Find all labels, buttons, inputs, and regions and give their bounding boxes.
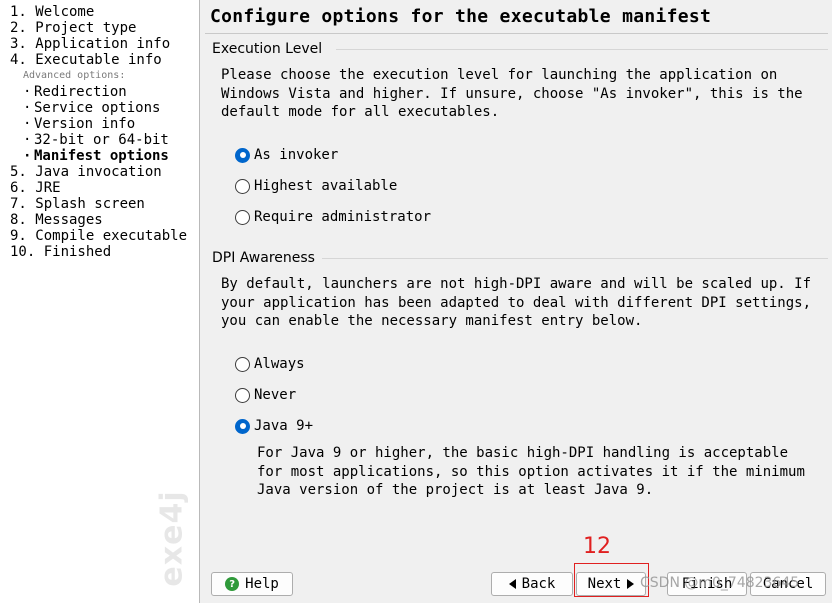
step-java-invocation[interactable]: 5. Java invocation [10, 164, 162, 180]
bullet-icon: · [23, 100, 32, 116]
substep-label: Service options [34, 100, 161, 116]
bullet-icon: · [23, 84, 32, 100]
step-application-info[interactable]: 3. Application info [10, 36, 170, 52]
back-button[interactable]: Back [491, 572, 573, 596]
step-compile-executable[interactable]: 9. Compile executable [10, 228, 187, 244]
help-button-label: Help [245, 576, 279, 592]
annotation-number: 12 [583, 534, 611, 559]
step-jre[interactable]: 6. JRE [10, 180, 61, 196]
back-button-label: Back [521, 576, 556, 592]
radio-label: Never [254, 387, 297, 403]
radio-unchecked-icon[interactable] [235, 209, 250, 225]
bullet-icon: · [23, 148, 32, 164]
watermark-text: exe4j [154, 489, 190, 587]
substep-version-info[interactable]: · Version info [23, 116, 135, 132]
dpi-awareness-description: By default, launchers are not high-DPI a… [221, 276, 812, 329]
step-welcome[interactable]: 1. Welcome [10, 4, 94, 20]
radio-require-administrator[interactable]: Require administrator [235, 208, 431, 226]
wizard-step-sidebar: 1. Welcome 2. Project type 3. Applicatio… [0, 0, 200, 603]
radio-never[interactable]: Never [235, 386, 296, 404]
radio-unchecked-icon[interactable] [235, 356, 250, 372]
substep-label: 32-bit or 64-bit [34, 132, 169, 148]
substep-manifest-options[interactable]: · Manifest options [23, 148, 169, 164]
substep-service-options[interactable]: · Service options [23, 100, 160, 116]
dpi-awareness-legend: DPI Awareness [212, 250, 315, 266]
dpi-awareness-divider [322, 258, 828, 259]
radio-label: Highest available [254, 178, 398, 194]
step-splash-screen[interactable]: 7. Splash screen [10, 196, 145, 212]
substep-redirection[interactable]: · Redirection [23, 84, 127, 100]
substep-label: Redirection [34, 84, 127, 100]
substep-label: Version info [34, 116, 136, 132]
bullet-icon: · [23, 116, 32, 132]
exe4j-watermark-logo: exe4j [150, 488, 194, 588]
radio-java-9-plus[interactable]: Java 9+ [235, 417, 313, 435]
help-icon: ? [225, 577, 240, 591]
page-title: Configure options for the executable man… [210, 6, 712, 27]
arrow-left-icon [508, 579, 516, 589]
execution-level-divider [336, 49, 828, 50]
radio-label: Require administrator [254, 209, 432, 225]
step-executable-info[interactable]: 4. Executable info [10, 52, 162, 68]
execution-level-description: Please choose the execution level for la… [221, 67, 803, 120]
csdn-watermark: CSDN @m0_74823645 [640, 575, 800, 591]
radio-checked-icon[interactable] [235, 418, 250, 434]
radio-checked-icon[interactable] [235, 147, 250, 163]
radio-unchecked-icon[interactable] [235, 178, 250, 194]
step-project-type[interactable]: 2. Project type [10, 20, 136, 36]
radio-label: As invoker [254, 147, 339, 163]
step-finished[interactable]: 10. Finished [10, 244, 111, 260]
execution-level-legend: Execution Level [212, 41, 323, 57]
java-9-note: For Java 9 or higher, the basic high-DPI… [257, 445, 805, 498]
substep-32-or-64-bit[interactable]: · 32-bit or 64-bit [23, 132, 169, 148]
substep-label: Manifest options [34, 148, 169, 164]
radio-label: Java 9+ [254, 418, 314, 434]
radio-unchecked-icon[interactable] [235, 387, 250, 403]
radio-highest-available[interactable]: Highest available [235, 177, 397, 195]
step-messages[interactable]: 8. Messages [10, 212, 103, 228]
help-button[interactable]: ? Help [211, 572, 293, 596]
bullet-icon: · [23, 132, 32, 148]
radio-as-invoker[interactable]: As invoker [235, 146, 338, 164]
title-divider [205, 33, 828, 34]
advanced-options-label: Advanced options: [23, 70, 126, 81]
annotation-highlight-box [574, 563, 649, 597]
radio-label: Always [254, 356, 305, 372]
radio-always[interactable]: Always [235, 355, 305, 373]
